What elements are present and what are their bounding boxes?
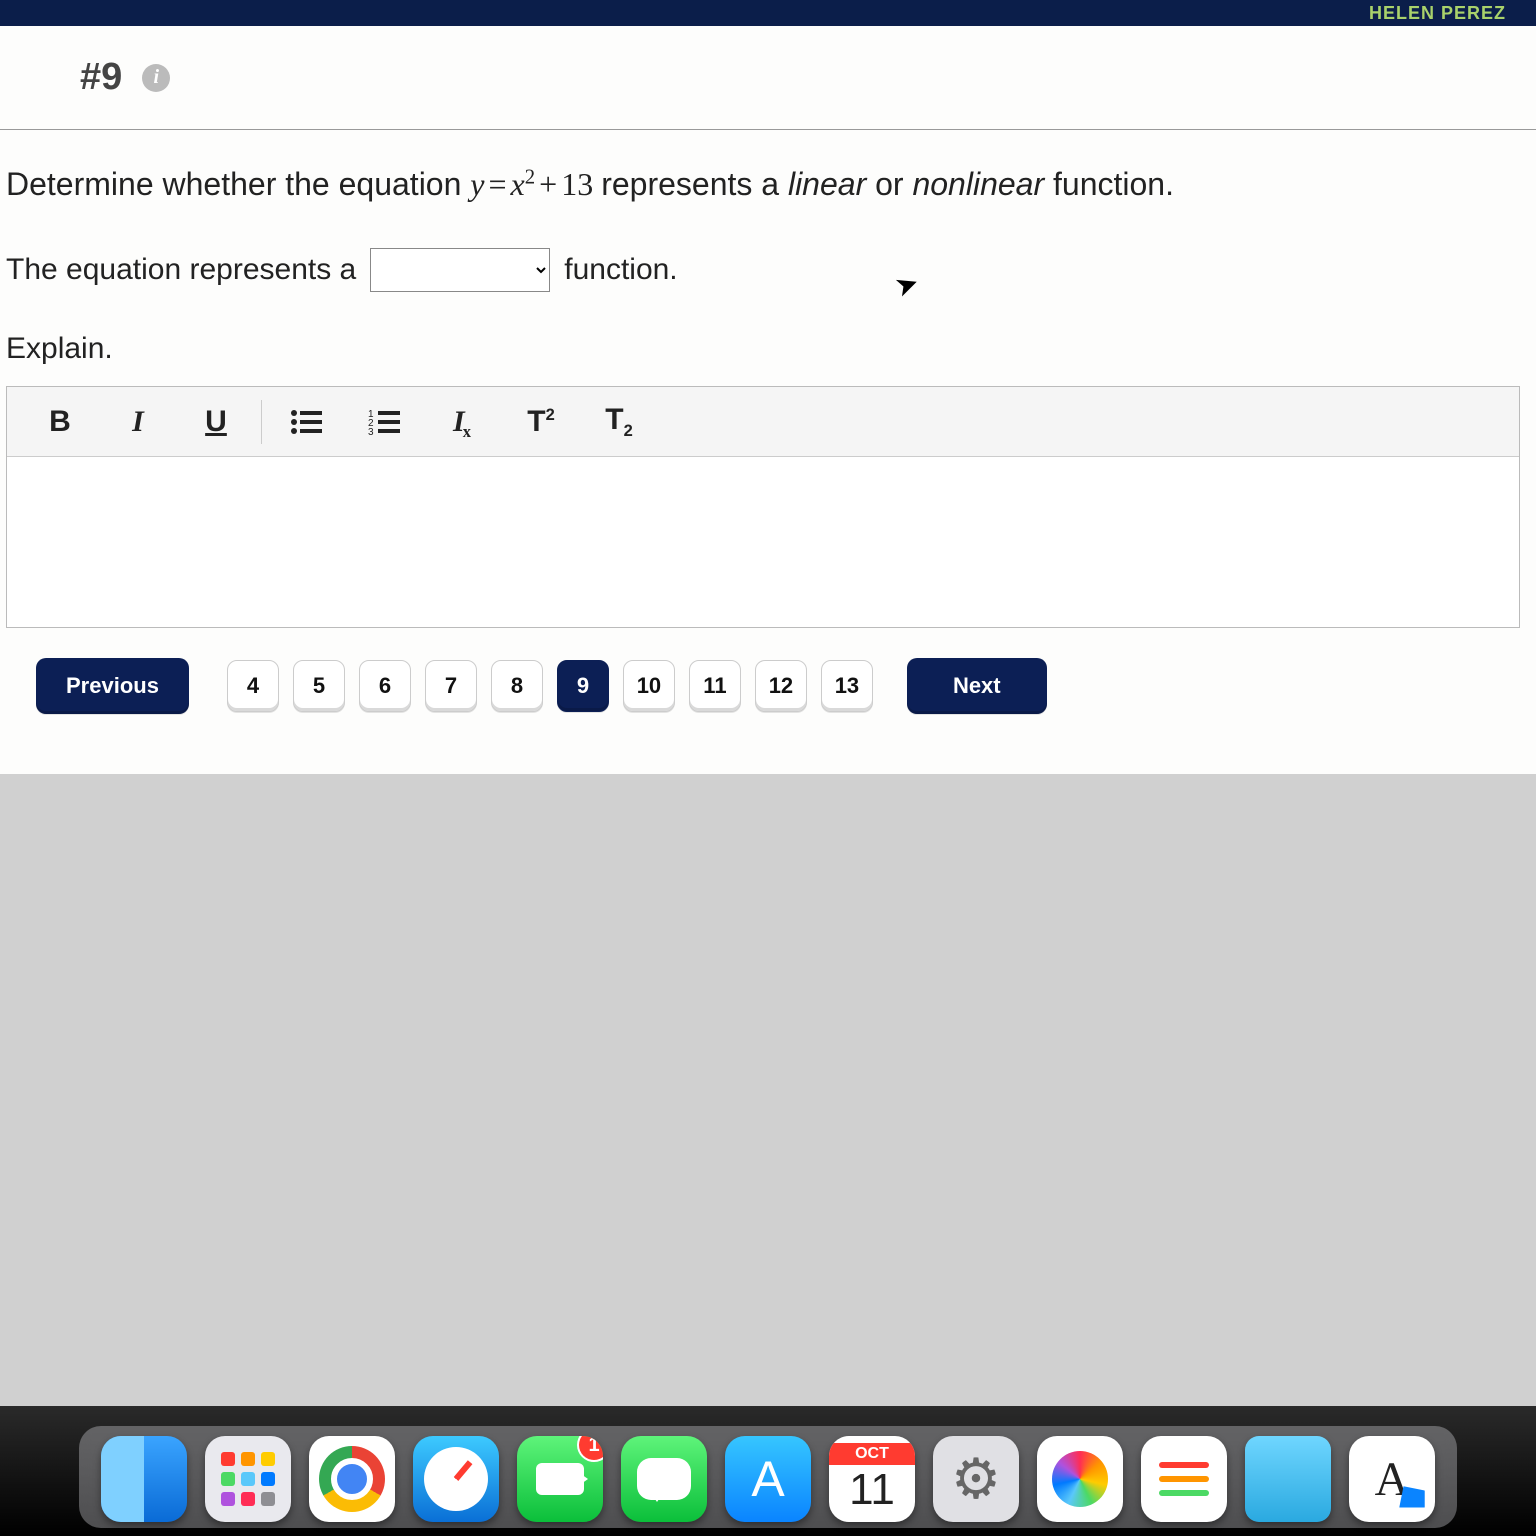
pagination-row: Previous 456789 10 11 12 13 Next (6, 628, 1526, 754)
clear-format-icon: Ix (453, 405, 473, 439)
question-prompt: Determine whether the equation y=x2+13 r… (6, 160, 1526, 208)
question-body: Determine whether the equation y=x2+13 r… (0, 130, 1536, 774)
page-button-8[interactable]: 8 (491, 660, 543, 712)
dock-calendar-icon[interactable]: OCT 11 (829, 1436, 915, 1522)
page-button-11[interactable]: 11 (689, 660, 741, 712)
superscript-button[interactable]: T2 (502, 394, 580, 450)
rte-textarea[interactable] (7, 457, 1519, 627)
macos-dock-area: 1 A OCT 11 ⚙ A (0, 1406, 1536, 1536)
prompt-text-pre: Determine whether the equation (6, 166, 470, 202)
svg-text:3: 3 (368, 427, 374, 436)
page-button-4[interactable]: 4 (227, 660, 279, 712)
eq-lhs: y (470, 166, 484, 202)
page-button-9[interactable]: 9 (557, 660, 609, 712)
eq-var: x (511, 166, 525, 202)
previous-button[interactable]: Previous (36, 658, 189, 714)
dock-facetime-icon[interactable]: 1 (517, 1436, 603, 1522)
facetime-badge: 1 (579, 1436, 603, 1460)
dock-finder-icon[interactable] (101, 1436, 187, 1522)
function-type-select[interactable] (370, 248, 550, 292)
page-button-6[interactable]: 6 (359, 660, 411, 712)
underline-button[interactable]: U (177, 394, 255, 450)
dock-fontbook-icon[interactable]: A (1349, 1436, 1435, 1522)
dock-chrome-icon[interactable] (309, 1436, 395, 1522)
dock-photos-icon[interactable] (1037, 1436, 1123, 1522)
answer-pre: The equation represents a (6, 253, 356, 287)
prompt-text-post: function. (1053, 166, 1174, 202)
dock-settings-icon[interactable]: ⚙ (933, 1436, 1019, 1522)
word-nonlinear: nonlinear (912, 166, 1044, 202)
page-button-7[interactable]: 7 (425, 660, 477, 712)
page-button-12[interactable]: 12 (755, 660, 807, 712)
superscript-icon: T2 (527, 405, 555, 439)
dock-safari-icon[interactable] (413, 1436, 499, 1522)
macos-dock: 1 A OCT 11 ⚙ A (79, 1426, 1457, 1528)
calendar-month: OCT (829, 1443, 915, 1465)
subscript-button[interactable]: T2 (580, 394, 658, 450)
word-linear: linear (788, 166, 866, 202)
answer-row: The equation represents a function. (6, 248, 1526, 292)
user-name: HELEN PEREZ (1369, 3, 1506, 24)
next-button[interactable]: Next (907, 658, 1047, 714)
numbered-list-button[interactable]: 1 2 3 (346, 394, 424, 450)
calendar-day: 11 (849, 1465, 895, 1515)
prompt-text-mid: represents a (601, 166, 788, 202)
prompt-text-or: or (875, 166, 912, 202)
bulleted-list-button[interactable] (268, 394, 346, 450)
question-page: #9 i Determine whether the equation y=x2… (0, 26, 1536, 774)
dock-appstore-icon[interactable]: A (725, 1436, 811, 1522)
eq-equals: = (484, 166, 510, 202)
bold-button[interactable]: B (21, 394, 99, 450)
info-icon[interactable]: i (142, 64, 170, 92)
app-topbar: HELEN PEREZ (0, 0, 1536, 26)
explain-label: Explain. (6, 332, 1526, 366)
dock-launchpad-icon[interactable] (205, 1436, 291, 1522)
eq-exponent: 2 (525, 165, 535, 188)
page-button-5[interactable]: 5 (293, 660, 345, 712)
page-button-13[interactable]: 13 (821, 660, 873, 712)
numbered-list-icon: 1 2 3 (368, 408, 402, 436)
rich-text-editor: B I U 1 2 (6, 386, 1520, 628)
page-button-10[interactable]: 10 (623, 660, 675, 712)
subscript-icon: T2 (605, 403, 633, 441)
dock-reminders-icon[interactable] (1141, 1436, 1227, 1522)
clear-format-button[interactable]: Ix (424, 394, 502, 450)
dock-messages-icon[interactable] (621, 1436, 707, 1522)
eq-plus: + (535, 166, 561, 202)
eq-const: 13 (561, 166, 593, 202)
question-header: #9 i (0, 26, 1536, 130)
bulleted-list-icon (290, 408, 324, 436)
rte-toolbar: B I U 1 2 (7, 387, 1519, 457)
dock-folder-icon[interactable] (1245, 1436, 1331, 1522)
toolbar-separator (261, 400, 262, 444)
answer-post: function. (564, 253, 677, 287)
equation: y=x2+13 (470, 166, 601, 202)
question-number: #9 (80, 56, 122, 99)
italic-button[interactable]: I (99, 394, 177, 450)
